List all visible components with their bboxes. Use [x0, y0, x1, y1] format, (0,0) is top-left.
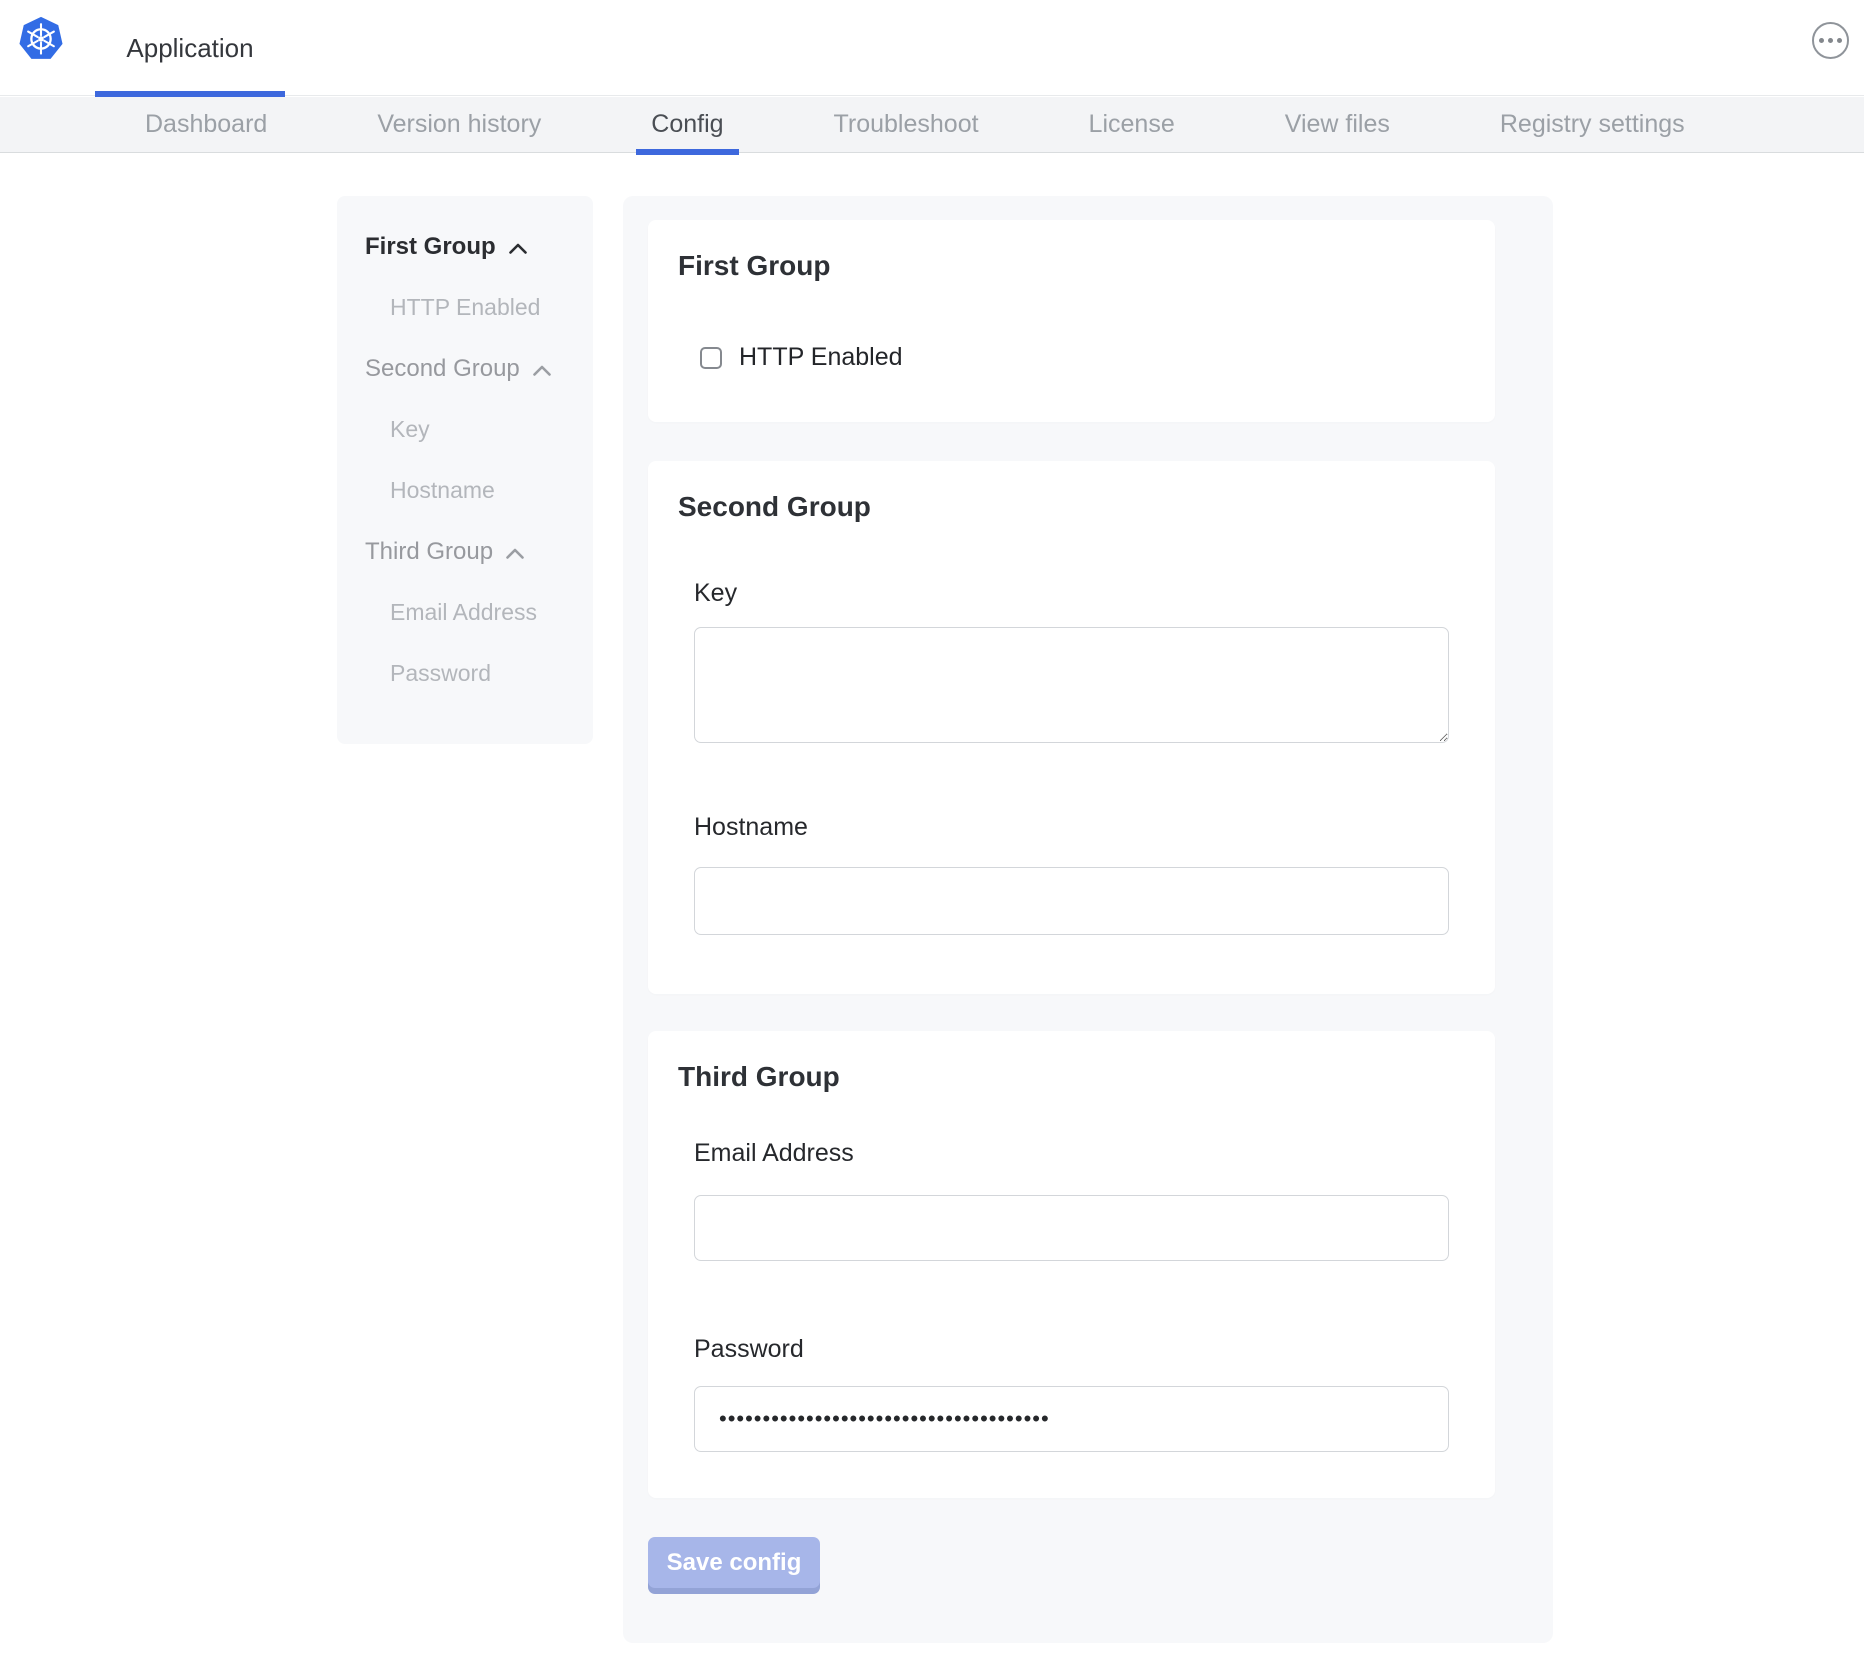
- sidebar-item-second-group[interactable]: Second Group: [337, 338, 593, 399]
- hostname-input[interactable]: [694, 867, 1449, 935]
- email-address-label: Email Address: [694, 1139, 854, 1168]
- chevron-up-icon: [509, 243, 527, 254]
- sidebar-item-label: Second Group: [365, 355, 520, 383]
- password-label: Password: [694, 1335, 804, 1364]
- tab-registry-settings[interactable]: Registry settings: [1485, 97, 1700, 152]
- tab-view-files[interactable]: View files: [1270, 97, 1405, 152]
- chevron-up-icon: [506, 548, 524, 559]
- password-input[interactable]: [694, 1386, 1449, 1452]
- sidebar-item-label: Key: [390, 416, 430, 443]
- kubernetes-logo-icon: [18, 15, 64, 61]
- sidebar-item-http-enabled[interactable]: HTTP Enabled: [337, 277, 593, 338]
- sidebar-item-hostname[interactable]: Hostname: [337, 460, 593, 521]
- config-group-card-second: Second Group Key Hostname: [648, 461, 1495, 994]
- sidebar-item-email-address[interactable]: Email Address: [337, 582, 593, 643]
- http-enabled-checkbox[interactable]: [700, 347, 722, 369]
- config-sidebar: First Group HTTP Enabled Second Group Ke…: [337, 196, 593, 744]
- sidebar-item-label: Hostname: [390, 477, 495, 504]
- chevron-up-icon: [533, 365, 551, 376]
- config-page: Application Dashboard Version history Co…: [0, 0, 1864, 1680]
- tab-troubleshoot[interactable]: Troubleshoot: [819, 97, 994, 152]
- overflow-menu-button[interactable]: [1812, 22, 1849, 59]
- tab-dashboard[interactable]: Dashboard: [130, 97, 282, 152]
- app-title: Application: [126, 33, 253, 64]
- tab-license[interactable]: License: [1074, 97, 1190, 152]
- sidebar-item-label: HTTP Enabled: [390, 294, 540, 321]
- http-enabled-row[interactable]: HTTP Enabled: [700, 343, 903, 372]
- tab-config[interactable]: Config: [636, 97, 738, 152]
- sidebar-item-label: First Group: [365, 233, 496, 261]
- sidebar-item-password[interactable]: Password: [337, 643, 593, 704]
- config-group-card-third: Third Group Email Address Password: [648, 1031, 1495, 1498]
- sidebar-item-label: Third Group: [365, 538, 493, 566]
- key-textarea[interactable]: [694, 627, 1449, 743]
- sidebar-item-label: Email Address: [390, 599, 537, 626]
- sidebar-item-third-group[interactable]: Third Group: [337, 521, 593, 582]
- sidebar-item-label: Password: [390, 660, 491, 687]
- tab-version-history[interactable]: Version history: [362, 97, 556, 152]
- app-header: Application: [0, 0, 1864, 96]
- sidebar-item-key[interactable]: Key: [337, 399, 593, 460]
- config-main-panel: First Group HTTP Enabled Second Group Ke…: [623, 196, 1553, 1643]
- ellipsis-icon: [1819, 38, 1824, 43]
- group-title: Second Group: [678, 491, 871, 523]
- nav-tabbar: Dashboard Version history Config Trouble…: [0, 97, 1864, 153]
- checkbox-label: HTTP Enabled: [739, 343, 903, 372]
- email-address-input[interactable]: [694, 1195, 1449, 1261]
- group-title: First Group: [678, 250, 830, 282]
- ellipsis-icon: [1828, 38, 1833, 43]
- ellipsis-icon: [1837, 38, 1842, 43]
- app-title-tab[interactable]: Application: [95, 0, 285, 96]
- sidebar-item-first-group[interactable]: First Group: [337, 216, 593, 277]
- save-config-button[interactable]: Save config: [648, 1537, 820, 1588]
- key-label: Key: [694, 579, 737, 608]
- group-title: Third Group: [678, 1061, 840, 1093]
- config-group-card-first: First Group HTTP Enabled: [648, 220, 1495, 422]
- hostname-label: Hostname: [694, 813, 808, 842]
